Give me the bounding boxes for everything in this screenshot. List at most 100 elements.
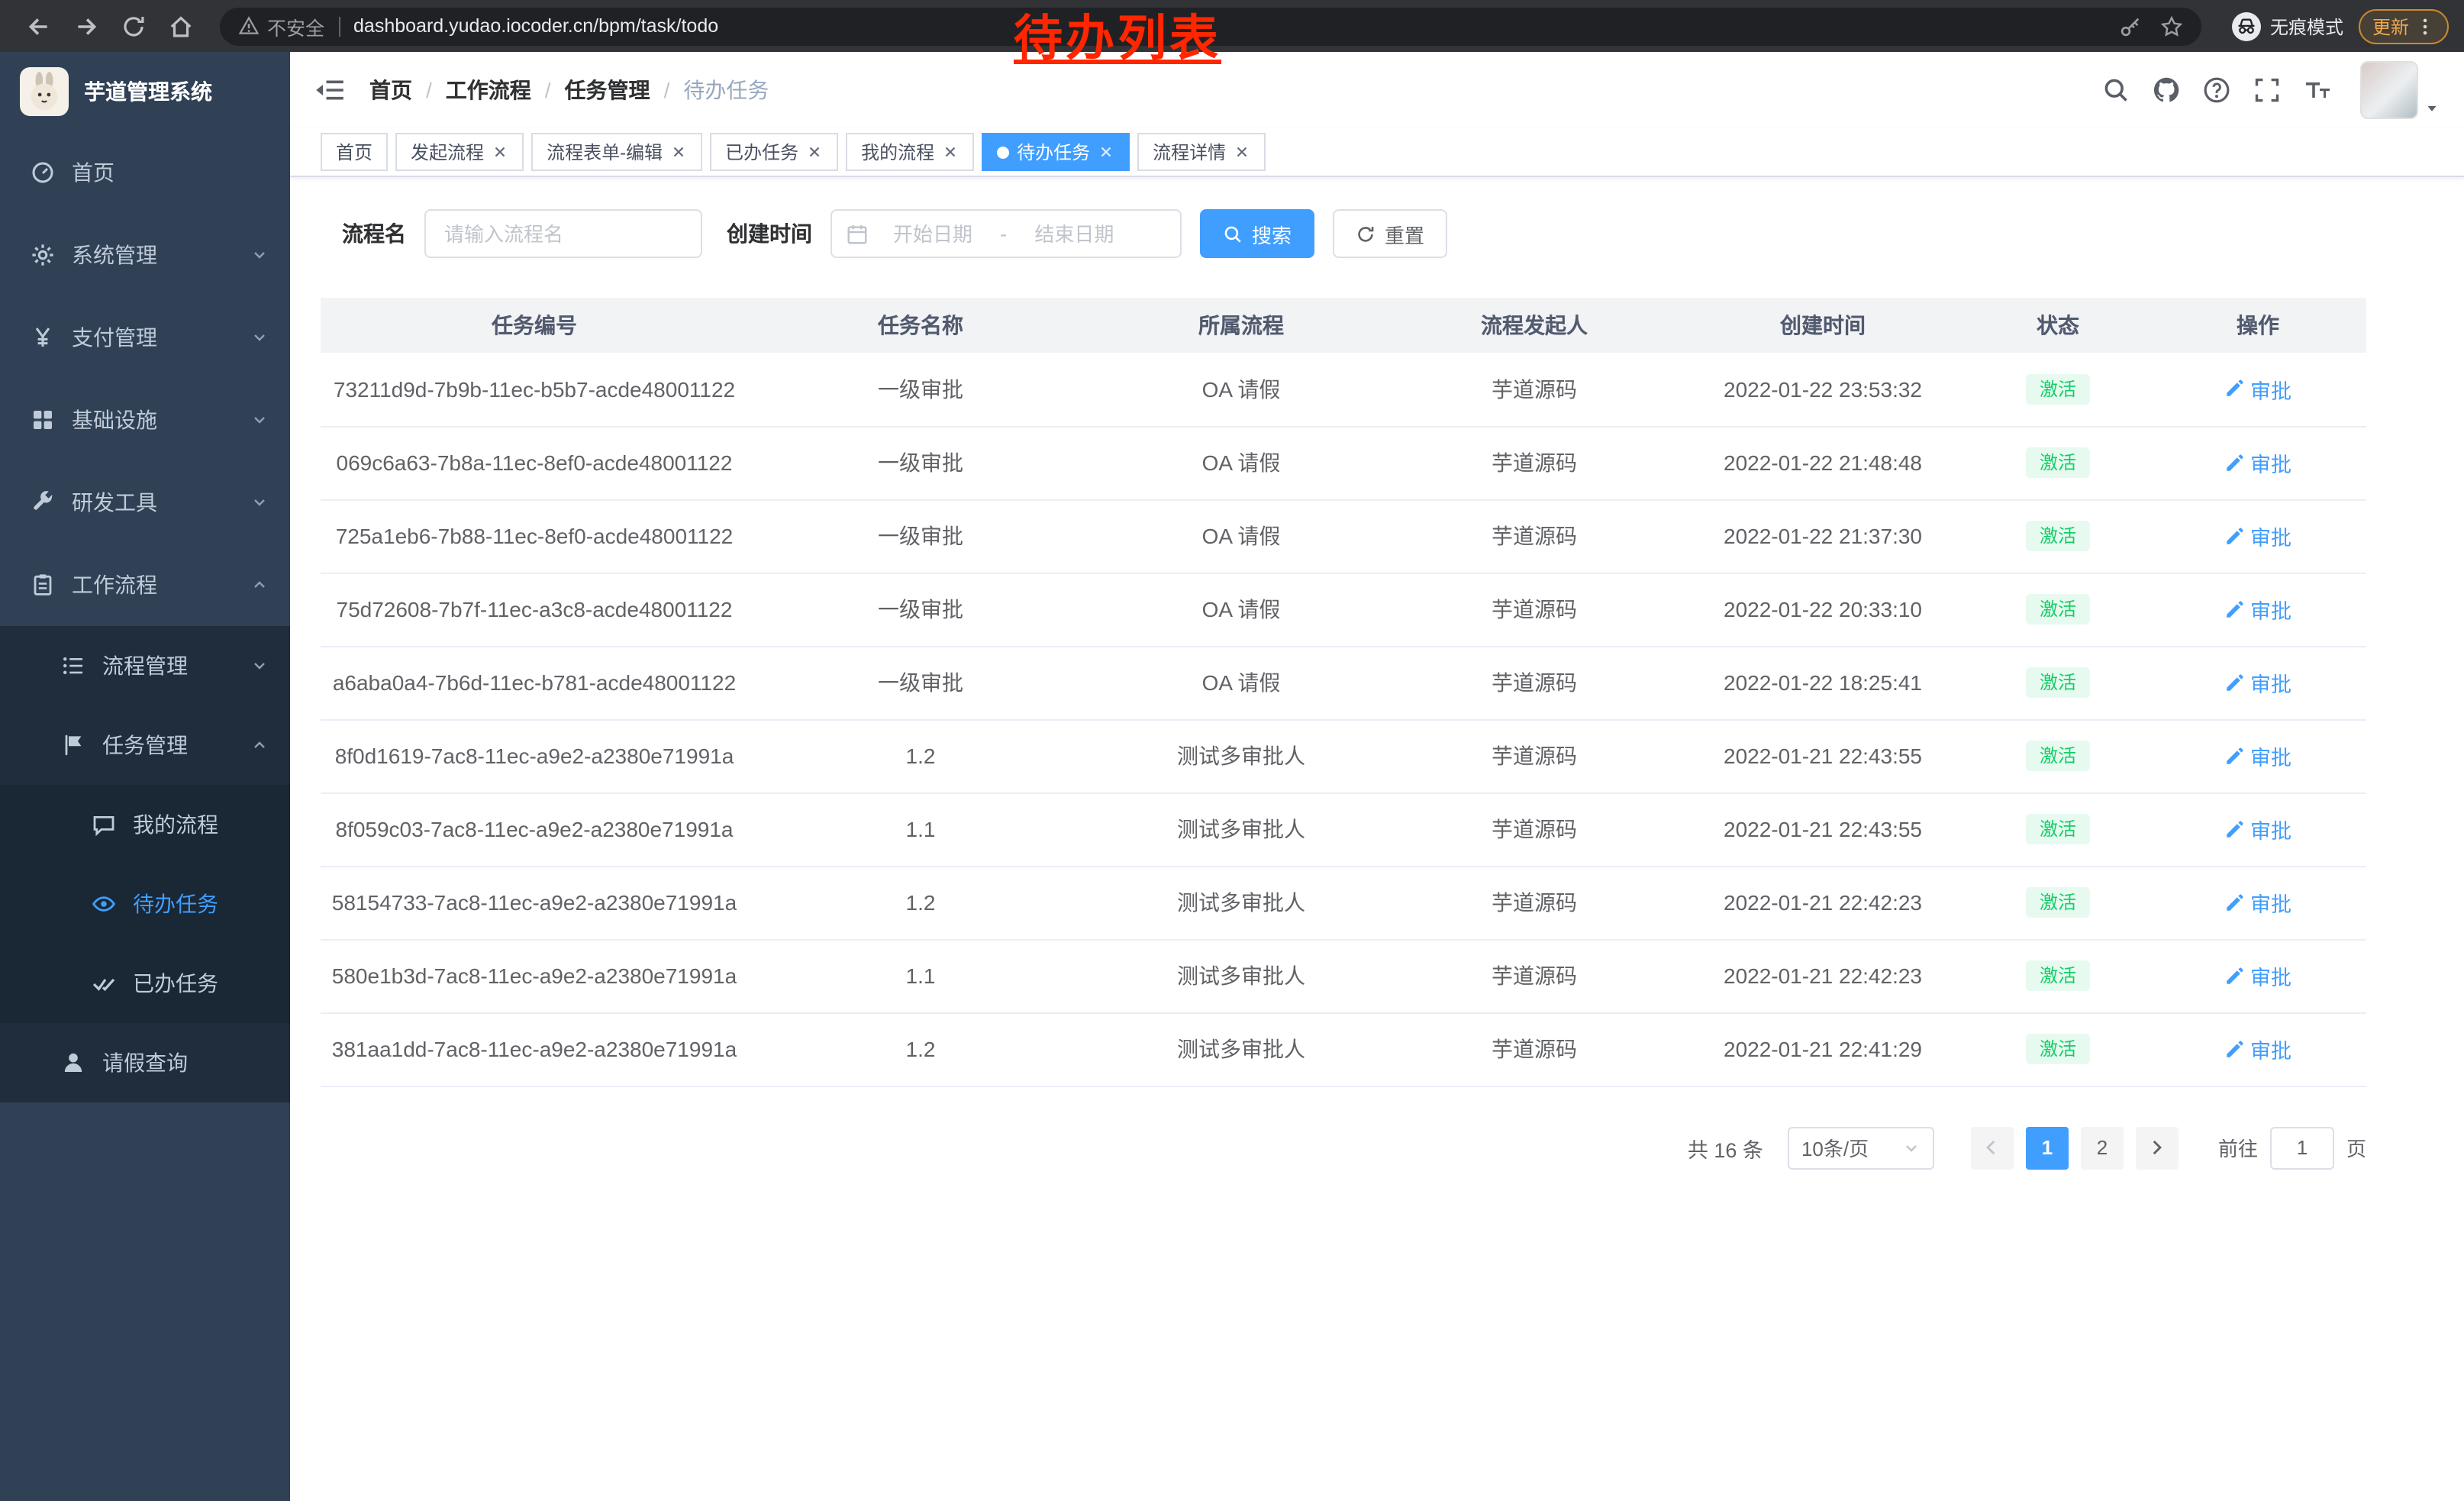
reset-button[interactable]: 重置 [1333, 209, 1447, 258]
approve-link[interactable]: 审批 [2224, 374, 2291, 405]
sidebar-item-leave-query[interactable]: 请假查询 [0, 1023, 290, 1102]
page-number-1[interactable]: 1 [2026, 1126, 2069, 1169]
tab-close-icon[interactable] [942, 144, 959, 160]
start-date-input[interactable] [875, 222, 991, 245]
tab-my-process[interactable]: 我的流程 [846, 133, 974, 171]
approve-link[interactable]: 审批 [2224, 521, 2291, 551]
next-page-button[interactable] [2136, 1126, 2179, 1169]
incognito-icon [2232, 11, 2261, 40]
sidebar-item-infrastructure[interactable]: 基础设施 [0, 379, 290, 461]
breadcrumb-item-2[interactable]: 任务管理 [565, 75, 650, 105]
status-badge: 激活 [2026, 960, 2090, 992]
prev-page-button[interactable] [1971, 1126, 2014, 1169]
search-button[interactable]: 搜索 [1200, 209, 1314, 258]
sidebar-item-home[interactable]: 首页 [0, 131, 290, 214]
column-header-3: 流程发起人 [1389, 298, 1679, 353]
sidebar-item-system[interactable]: 系统管理 [0, 214, 290, 296]
user-icon [61, 1051, 85, 1075]
sidebar-item-payment[interactable]: 支付管理 [0, 296, 290, 379]
sidebar-item-process-mgmt[interactable]: 流程管理 [0, 626, 290, 705]
cell-action: 审批 [2150, 499, 2366, 573]
browser-update-button[interactable]: 更新 [2359, 8, 2449, 44]
browser-forward-icon[interactable] [73, 13, 99, 39]
approve-link[interactable]: 审批 [2224, 741, 2291, 771]
bookmark-star-icon[interactable] [2160, 15, 2183, 37]
cell-process: 测试多审批人 [1093, 866, 1389, 939]
breadcrumb-separator: / [545, 78, 551, 102]
sidebar-item-task-mgmt[interactable]: 任务管理 [0, 705, 290, 785]
sidebar-item-todo-tasks[interactable]: 待办任务 [0, 864, 290, 944]
tab-todo-tasks[interactable]: 待办任务 [982, 133, 1130, 171]
tab-home[interactable]: 首页 [321, 133, 388, 171]
cell-task-name: 一级审批 [748, 353, 1093, 426]
status-badge: 激活 [2026, 1034, 2090, 1065]
chevron-left-icon [1982, 1138, 2002, 1157]
status-badge: 激活 [2026, 667, 2090, 699]
column-header-1: 任务名称 [748, 298, 1093, 353]
github-icon[interactable] [2153, 76, 2180, 104]
browser-refresh-icon[interactable] [121, 13, 147, 39]
check-icon [92, 971, 116, 996]
date-range-picker[interactable]: - [830, 209, 1182, 258]
user-avatar-menu[interactable] [2360, 61, 2440, 119]
page-size-select[interactable]: 10条/页 [1788, 1126, 1934, 1169]
approve-link[interactable]: 审批 [2224, 447, 2291, 478]
browser-home-icon[interactable] [168, 13, 194, 39]
cell-initiator: 芋道源码 [1389, 866, 1679, 939]
edit-icon [2224, 819, 2244, 839]
browser-menu-icon[interactable] [2415, 16, 2435, 36]
browser-back-icon[interactable] [26, 13, 52, 39]
edit-icon [2224, 893, 2244, 912]
cell-status: 激活 [1966, 939, 2150, 1012]
goto-label: 前往 [2218, 1133, 2258, 1162]
cell-process: OA 请假 [1093, 353, 1389, 426]
font-size-icon[interactable] [2304, 76, 2331, 104]
sidebar-item-my-process[interactable]: 我的流程 [0, 785, 290, 864]
approve-link[interactable]: 审批 [2224, 887, 2291, 918]
tab-close-icon[interactable] [1098, 144, 1114, 160]
approve-link[interactable]: 审批 [2224, 594, 2291, 625]
status-badge: 激活 [2026, 594, 2090, 625]
cell-initiator: 芋道源码 [1389, 353, 1679, 426]
sidebar-item-workflow[interactable]: 工作流程 [0, 544, 290, 626]
sidebar-item-done-tasks[interactable]: 已办任务 [0, 944, 290, 1023]
table-row: a6aba0a4-7b6d-11ec-b781-acde48001122 一级审… [321, 646, 2366, 719]
sidebar-collapse-icon[interactable] [314, 75, 345, 105]
chat-icon [92, 812, 116, 837]
tab-start-process[interactable]: 发起流程 [395, 133, 524, 171]
process-name-input[interactable] [424, 209, 702, 258]
page-number-2[interactable]: 2 [2081, 1126, 2124, 1169]
tab-form-edit[interactable]: 流程表单-编辑 [531, 133, 702, 171]
help-icon[interactable] [2203, 76, 2230, 104]
gear-icon [31, 243, 55, 267]
cell-action: 审批 [2150, 792, 2366, 866]
tabs-bar: 首页 发起流程 流程表单-编辑 已办任务 我的流程 待办任务 流程详情 [290, 128, 2464, 177]
search-icon[interactable] [2102, 76, 2130, 104]
cell-task-name: 1.1 [748, 939, 1093, 1012]
tab-close-icon[interactable] [806, 144, 823, 160]
tab-process-detail[interactable]: 流程详情 [1137, 133, 1266, 171]
tab-close-icon[interactable] [1234, 144, 1250, 160]
cell-task-name: 一级审批 [748, 573, 1093, 646]
breadcrumb-separator: / [426, 78, 432, 102]
end-date-input[interactable] [1016, 222, 1132, 245]
breadcrumb-item-0[interactable]: 首页 [369, 75, 412, 105]
tab-close-icon[interactable] [492, 144, 508, 160]
cell-status: 激活 [1966, 573, 2150, 646]
fullscreen-icon[interactable] [2253, 76, 2281, 104]
approve-link[interactable]: 审批 [2224, 960, 2291, 991]
cell-status: 激活 [1966, 426, 2150, 499]
approve-link[interactable]: 审批 [2224, 814, 2291, 844]
sidebar-item-dev-tools[interactable]: 研发工具 [0, 461, 290, 544]
approve-link[interactable]: 审批 [2224, 667, 2291, 698]
tab-done-tasks[interactable]: 已办任务 [710, 133, 838, 171]
breadcrumb-item-1[interactable]: 工作流程 [446, 75, 531, 105]
list-icon [61, 654, 85, 678]
goto-page-input[interactable] [2270, 1126, 2334, 1169]
approve-link[interactable]: 审批 [2224, 1034, 2291, 1064]
tab-close-icon[interactable] [670, 144, 687, 160]
cell-task-id: 8f059c03-7ac8-11ec-a9e2-a2380e71991a [321, 792, 748, 866]
key-icon[interactable] [2119, 15, 2142, 37]
chevron-down-icon [250, 411, 269, 429]
cell-action: 审批 [2150, 1012, 2366, 1086]
